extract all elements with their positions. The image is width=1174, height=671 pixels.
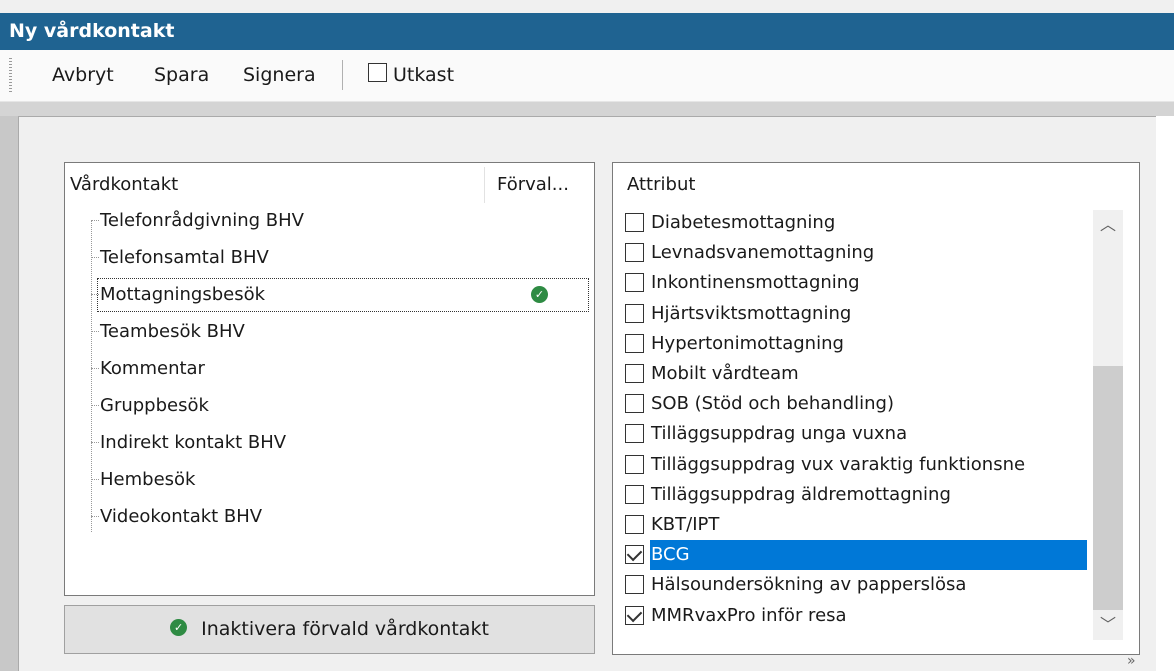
attribute-checkbox[interactable] [625,424,644,444]
deactivate-default-label: Inaktivera förvald vårdkontakt [201,618,489,640]
attribute-label: SOB (Stöd och behandling) [651,393,894,415]
window-left-edge [0,116,18,671]
attribute-checkbox[interactable] [625,243,644,263]
scroll-thumb[interactable] [1093,366,1123,610]
attribute-panel: Attribut Diabetesmottagning Levnadsvanemo… [612,162,1140,655]
care-contact-label: Videokontakt BHV [100,506,263,527]
tree-branch [91,203,99,221]
draft-checkbox[interactable] [368,63,387,82]
check-icon [626,606,643,622]
attribute-label: Inkontinensmottagning [651,272,860,294]
care-contact-panel: Vårdkontakt Förval... Telefonrådgivning … [64,162,595,596]
double-chevron-down-icon[interactable]: » [1127,653,1136,669]
attribute-checkbox[interactable] [625,394,644,414]
toolbar: Avbryt Spara Signera Utkast [0,50,1174,102]
tree-branch [91,462,99,480]
care-contact-label: Telefonrådgivning BHV [100,210,304,231]
care-contact-item[interactable]: Teambesök BHV [91,314,591,350]
care-contact-item[interactable]: Telefonsamtal BHV [91,240,591,276]
attribute-checkbox[interactable] [625,515,644,534]
attribute-header: Attribut [627,174,696,195]
attribute-item[interactable]: Tilläggsuppdrag unga vuxna [613,419,1093,449]
attribute-checkbox[interactable] [625,273,644,293]
attribute-item[interactable]: SOB (Stöd och behandling) [613,389,1093,419]
attribute-checkbox[interactable] [625,364,644,383]
attribute-item[interactable]: Hypertonimottagning [613,329,1093,359]
header-divider [0,102,1174,116]
care-contact-item[interactable]: Mottagningsbesök ✓ [91,277,591,313]
tree-branch [91,314,99,332]
chevron-up-icon[interactable]: ︿ [1093,210,1123,240]
attribute-checkbox[interactable] [625,575,644,595]
check-circle-icon: ✓ [531,286,548,303]
attribute-checkbox[interactable] [625,454,644,474]
sign-button[interactable]: Signera [243,62,316,88]
attribute-label: Levnadsvanemottagning [651,242,875,264]
toolbar-grip[interactable] [9,58,12,94]
tree-branch [91,388,99,406]
window-top-strip [0,0,1174,13]
care-contact-item[interactable]: Telefonrådgivning BHV [91,203,591,239]
attribute-label: Hälsoundersökning av papperslösa [651,574,967,596]
care-contact-item[interactable]: Gruppbesök [91,388,591,424]
attribute-item[interactable]: KBT/IPT [613,510,1093,540]
column-header-care-contact[interactable]: Vårdkontakt [70,173,178,197]
care-contact-label: Hembesök [100,469,196,490]
attribute-checkbox[interactable] [625,213,644,232]
attribute-checkbox-checked[interactable] [625,545,644,565]
attribute-label: Hypertonimottagning [651,332,844,354]
attribute-label: Diabetesmottagning [651,212,836,233]
attribute-item[interactable]: Tilläggsuppdrag äldremottagning [613,480,1093,510]
attribute-item[interactable]: Mobilt vårdteam [613,359,1093,389]
attribute-label: BCG [650,540,1087,571]
save-button[interactable]: Spara [154,62,209,88]
tree-branch [91,351,99,369]
care-contact-item[interactable]: Indirekt kontakt BHV [91,425,591,461]
attribute-item[interactable]: Inkontinensmottagning [613,268,1093,298]
deactivate-default-button[interactable]: ✓ Inaktivera förvald vårdkontakt [64,605,595,654]
attribute-item[interactable]: Hjärtsviktsmottagning [613,299,1093,329]
column-header-default[interactable]: Förval... [497,173,569,197]
attribute-checkbox-checked[interactable] [625,605,644,625]
attribute-label: Mobilt vårdteam [651,363,799,384]
column-header-separator[interactable] [484,167,485,203]
care-contact-label: Mottagningsbesök [100,284,266,305]
check-circle-icon: ✓ [170,619,188,636]
attribute-label: Tilläggsuppdrag unga vuxna [651,423,908,445]
care-contact-label: Gruppbesök [100,395,209,416]
cancel-button[interactable]: Avbryt [52,62,114,88]
attribute-item[interactable]: Diabetesmottagning [613,208,1093,238]
chevron-down-icon[interactable]: ﹀ [1093,610,1123,640]
care-contact-item[interactable]: Videokontakt BHV [91,499,591,535]
attribute-label: Tilläggsuppdrag vux varaktig funktionsne [651,453,1026,475]
care-contact-item[interactable]: Kommentar [91,351,591,387]
attribute-label: Hjärtsviktsmottagning [651,302,852,324]
window-title: Ny vårdkontakt [0,13,1174,50]
check-icon [626,545,643,562]
attribute-checkbox[interactable] [625,484,644,504]
attribute-label: Tilläggsuppdrag äldremottagning [651,483,951,505]
attribute-label: MMRvaxPro inför resa [651,604,847,626]
toolbar-separator [342,60,343,90]
tree-branch [91,240,99,258]
care-contact-label: Telefonsamtal BHV [100,247,269,268]
attribute-checkbox[interactable] [625,333,644,353]
attribute-item[interactable]: Hälsoundersökning av papperslösa [613,570,1093,600]
attribute-scrollbar[interactable]: ︿ ﹀ [1093,210,1123,640]
attribute-label: KBT/IPT [651,514,720,535]
care-contact-label: Kommentar [100,358,205,379]
attribute-item[interactable]: BCG [613,540,1093,571]
attribute-item[interactable]: MMRvaxPro inför resa [613,601,1093,631]
care-contact-item[interactable]: Hembesök [91,462,591,498]
attribute-item[interactable]: Tilläggsuppdrag vux varaktig funktionsne [613,450,1093,480]
care-contact-label: Indirekt kontakt BHV [100,432,287,453]
attribute-item[interactable]: Levnadsvanemottagning [613,238,1093,268]
care-contact-label: Teambesök BHV [100,321,245,342]
attribute-checkbox[interactable] [625,303,644,323]
draft-label[interactable]: Utkast [393,62,454,88]
tree-branch [91,425,99,443]
tree-branch [91,499,99,517]
